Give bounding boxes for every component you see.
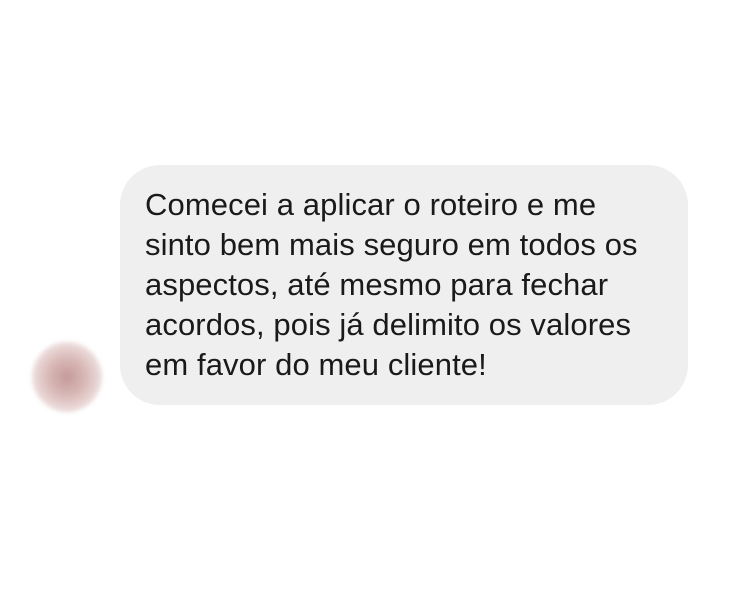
- chat-view: Comecei a aplicar o roteiro e me sinto b…: [0, 0, 750, 600]
- message-text: Comecei a aplicar o roteiro e me sinto b…: [145, 187, 638, 382]
- sender-avatar[interactable]: [32, 342, 102, 412]
- message-bubble[interactable]: Comecei a aplicar o roteiro e me sinto b…: [120, 165, 688, 405]
